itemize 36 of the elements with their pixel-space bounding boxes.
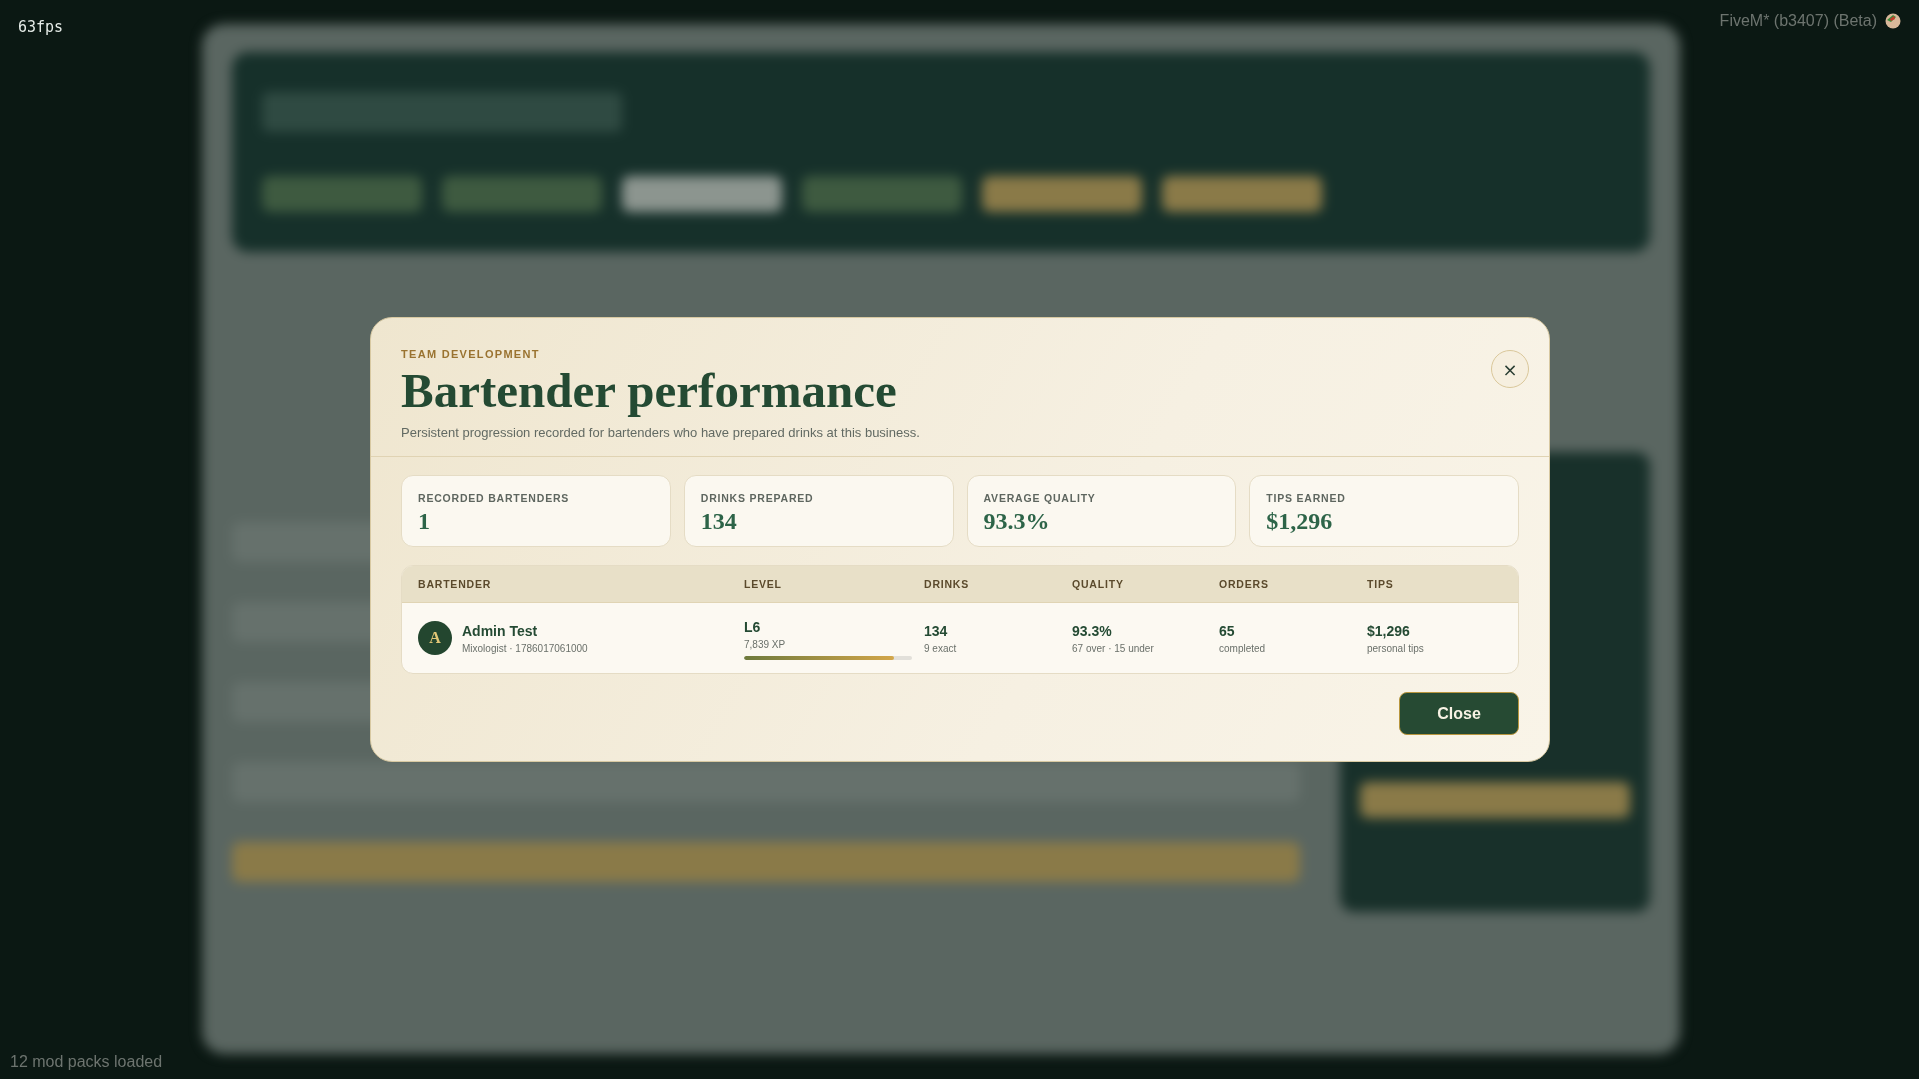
cell-note: completed <box>1219 642 1267 654</box>
column-header: BARTENDER <box>418 578 493 590</box>
column-header: ORDERS <box>1219 578 1270 590</box>
cell-value: 65 <box>1219 622 1236 639</box>
bartender-name: Admin Test <box>462 622 539 639</box>
build-label: FiveM* (b3407) (Beta) <box>1719 12 1877 30</box>
cell-note: personal tips <box>1367 642 1425 654</box>
stat-label: RECORDED BARTENDERS <box>418 492 571 504</box>
stat-value: 1 <box>418 508 431 535</box>
close-button[interactable]: Close <box>1399 692 1519 735</box>
cell-value: $1,296 <box>1367 622 1411 639</box>
cell-value: 93.3% <box>1072 622 1113 639</box>
dialog-title: Bartender performance <box>401 366 898 415</box>
stat-value: $1,296 <box>1266 508 1334 535</box>
cell-note: 67 over · 15 under <box>1072 642 1155 654</box>
column-header: LEVEL <box>744 578 783 590</box>
cell-value: 134 <box>924 622 949 639</box>
eyebrow-label: TEAM DEVELOPMENT <box>401 348 541 360</box>
avatar: A <box>418 621 452 655</box>
stat-label: TIPS EARNED <box>1266 492 1347 504</box>
fps-counter: 63fps <box>18 18 64 36</box>
dialog-subtitle: Persistent progression recorded for bartenders who have prepared drinks at this business. <box>401 425 920 440</box>
column-header: DRINKS <box>924 578 971 590</box>
status-text: 12 mod packs loaded <box>10 1053 163 1071</box>
stat-value: 93.3% <box>983 508 1051 535</box>
emblem-icon <box>1885 13 1901 29</box>
column-header: QUALITY <box>1072 578 1125 590</box>
stat-label: AVERAGE QUALITY <box>983 492 1097 504</box>
bartender-detail: Mixologist · 1786017061000 <box>462 642 588 654</box>
column-header: TIPS <box>1367 578 1395 590</box>
close-button[interactable]: × <box>1491 350 1529 388</box>
xp-value: 7,839 XP <box>744 638 787 650</box>
stat-label: DRINKS PREPARED <box>700 492 815 504</box>
stat-value: 134 <box>700 508 738 535</box>
level-value: L6 <box>744 618 762 635</box>
cell-note: 9 exact <box>924 642 958 654</box>
